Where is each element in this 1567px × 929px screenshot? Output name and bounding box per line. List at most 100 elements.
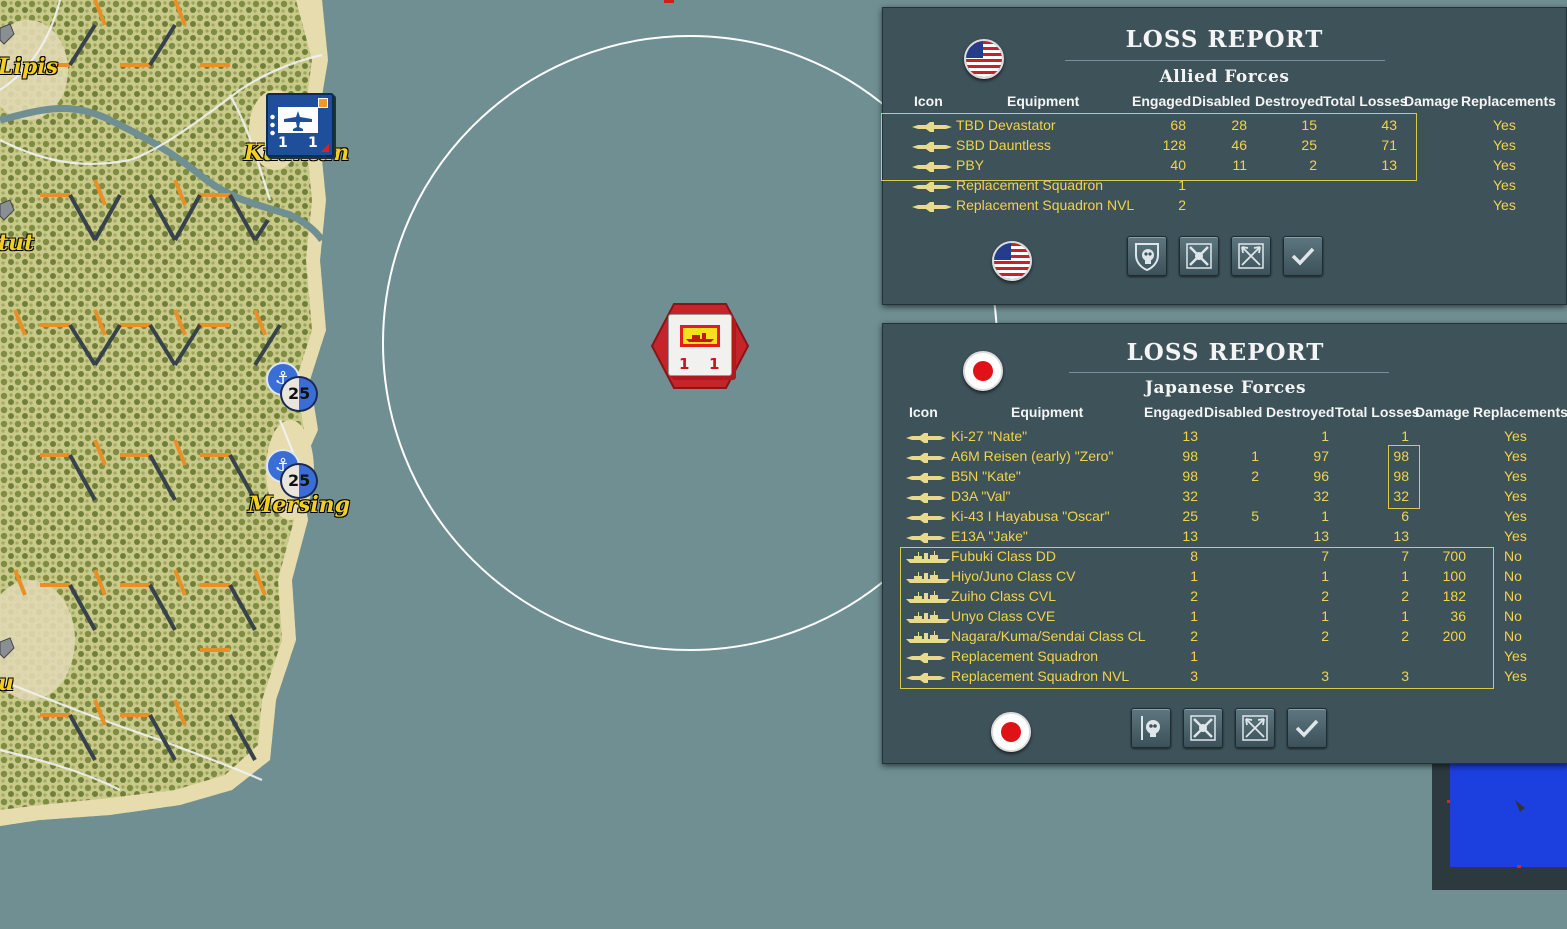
combat-results-button[interactable] (1179, 236, 1219, 276)
column-header-equipment: Equipment (1011, 404, 1084, 420)
place-label-u: u (0, 670, 14, 696)
destroyed-cell: 13 (1313, 528, 1329, 544)
equipment-cell: Replacement Squadron (951, 648, 1099, 664)
japanese-loss-table: Ki-27 "Nate" 13 1 1 Yes A6M Reisen (early) "Z… (883, 426, 1567, 686)
allied-loss-report-panel: LOSS REPORT Allied Forces Icon Equipment… (881, 7, 1567, 305)
air-unit-flag-corner (321, 144, 329, 152)
attack-details-button[interactable] (1231, 236, 1271, 276)
attack-details-button[interactable] (1235, 708, 1275, 748)
table-row[interactable]: A6M Reisen (early) "Zero" 98 1 97 98 Yes (883, 446, 1567, 466)
replacements-cell: Yes (1504, 428, 1527, 444)
destroyed-cell: 1 (1321, 428, 1329, 444)
equipment-cell: B5N "Kate" (951, 468, 1021, 484)
table-row[interactable]: Replacement Squadron NVL 3 3 3 Yes (883, 666, 1567, 686)
table-row[interactable]: Nagara/Kuma/Sendai Class CL 2 2 2 200 No (883, 626, 1567, 646)
casualties-button[interactable] (1127, 236, 1167, 276)
aircraft-icon (906, 490, 946, 506)
table-row[interactable]: Ki-43 I Hayabusa "Oscar" 25 5 1 6 Yes (883, 506, 1567, 526)
total-losses-cell: 2 (1401, 588, 1409, 604)
table-row[interactable]: Unyo Class CVE 1 1 1 36 No (883, 606, 1567, 626)
equipment-cell: Fubuki Class DD (951, 548, 1057, 564)
crossed-arrows-icon (1242, 715, 1268, 741)
aircraft-icon (906, 470, 946, 486)
equipment-cell: Unyo Class CVE (951, 608, 1056, 624)
table-row[interactable]: Hiyo/Juno Class CV 1 1 1 100 No (883, 566, 1567, 586)
aircraft-icon (906, 430, 946, 446)
total-losses-cell: 7 (1401, 548, 1409, 564)
table-row[interactable]: B5N "Kate" 98 2 96 98 Yes (883, 466, 1567, 486)
table-row[interactable]: Replacement Squadron 1 Yes (883, 175, 1566, 195)
task-force-chit: 1 1 (668, 314, 732, 376)
disabled-cell: 1 (1251, 448, 1259, 464)
replacements-cell: Yes (1504, 528, 1527, 544)
total-losses-cell: 1 (1401, 428, 1409, 444)
destroyed-cell: 25 (1301, 137, 1317, 153)
panel-subtitle: Japanese Forces (1144, 378, 1307, 398)
air-unit-right-value: 1 (308, 135, 318, 151)
table-row[interactable]: D3A "Val" 32 32 32 Yes (883, 486, 1567, 506)
table-row[interactable]: Replacement Squadron 1 Yes (883, 646, 1567, 666)
equipment-cell: TBD Devastator (956, 117, 1056, 133)
confirm-button[interactable] (1283, 236, 1323, 276)
column-header-destroyed: Destroyed (1255, 93, 1324, 109)
engaged-cell: 2 (1178, 197, 1186, 213)
table-row[interactable]: Replacement Squadron NVL 2 Yes (883, 195, 1566, 215)
column-header-disabled: Disabled (1192, 93, 1251, 109)
table-row[interactable]: TBD Devastator 68 28 15 43 Yes (883, 115, 1566, 135)
confirm-button[interactable] (1287, 708, 1327, 748)
table-row[interactable]: E13A "Jake" 13 13 13 Yes (883, 526, 1567, 546)
total-losses-cell: 13 (1393, 528, 1409, 544)
destroyed-cell: 1 (1321, 568, 1329, 584)
equipment-cell: Ki-43 I Hayabusa "Oscar" (951, 508, 1110, 524)
table-row[interactable]: PBY 40 11 2 13 Yes (883, 155, 1566, 175)
destroyed-cell: 2 (1321, 628, 1329, 644)
replacements-cell: No (1504, 588, 1522, 604)
equipment-cell: A6M Reisen (early) "Zero" (951, 448, 1114, 464)
strength-badge: 25 (280, 463, 318, 499)
skull-sword-icon (1141, 716, 1160, 740)
equipment-cell: D3A "Val" (951, 488, 1011, 504)
aircraft-icon (906, 450, 946, 466)
table-row[interactable]: Fubuki Class DD 8 7 7 700 No (883, 546, 1567, 566)
combat-results-button[interactable] (1183, 708, 1223, 748)
ship-icon (906, 590, 950, 606)
air-unit-counter[interactable]: 1 1 (266, 93, 334, 157)
title-divider (1065, 60, 1385, 61)
replacements-cell: No (1504, 548, 1522, 564)
total-losses-cell: 71 (1381, 137, 1397, 153)
destroyed-cell: 1 (1321, 608, 1329, 624)
destroyed-cell: 15 (1301, 117, 1317, 133)
casualties-button[interactable] (1131, 708, 1171, 748)
total-losses-cell: 1 (1401, 608, 1409, 624)
air-unit-dots (270, 113, 275, 137)
engaged-cell: 98 (1182, 448, 1198, 464)
ship-icon (906, 570, 950, 586)
naval-stack-counter[interactable]: ⚓ 25 (266, 362, 320, 412)
checkmark-icon (1295, 719, 1319, 738)
damage-cell: 36 (1450, 608, 1466, 624)
disabled-cell: 28 (1231, 117, 1247, 133)
ship-icon (906, 630, 950, 646)
allied-loss-table: TBD Devastator 68 28 15 43 Yes SBD Dauntless 12… (883, 115, 1566, 215)
city-icon (0, 23, 15, 45)
table-row[interactable]: Ki-27 "Nate" 13 1 1 Yes (883, 426, 1567, 446)
aircraft-icon (912, 119, 952, 135)
enemy-task-force-counter[interactable]: 1 1 (650, 302, 750, 390)
replacements-cell: Yes (1493, 157, 1516, 173)
engaged-cell: 1 (1178, 177, 1186, 193)
engaged-cell: 40 (1170, 157, 1186, 173)
table-row[interactable]: SBD Dauntless 128 46 25 71 Yes (883, 135, 1566, 155)
destroyed-cell: 2 (1321, 588, 1329, 604)
column-header-replacements: Replacements (1461, 93, 1556, 109)
replacements-cell: No (1504, 568, 1522, 584)
total-losses-cell: 3 (1401, 668, 1409, 684)
replacements-cell: Yes (1504, 468, 1527, 484)
airplane-icon (278, 107, 318, 133)
table-row[interactable]: Zuiho Class CVL 2 2 2 182 No (883, 586, 1567, 606)
naval-stack-counter[interactable]: ⚓ 25 (266, 449, 320, 499)
aircraft-icon (906, 510, 946, 526)
equipment-cell: Hiyo/Juno Class CV (951, 568, 1076, 584)
strength-value: 25 (288, 384, 311, 403)
aircraft-icon (912, 139, 952, 155)
aircraft-icon (906, 530, 946, 546)
